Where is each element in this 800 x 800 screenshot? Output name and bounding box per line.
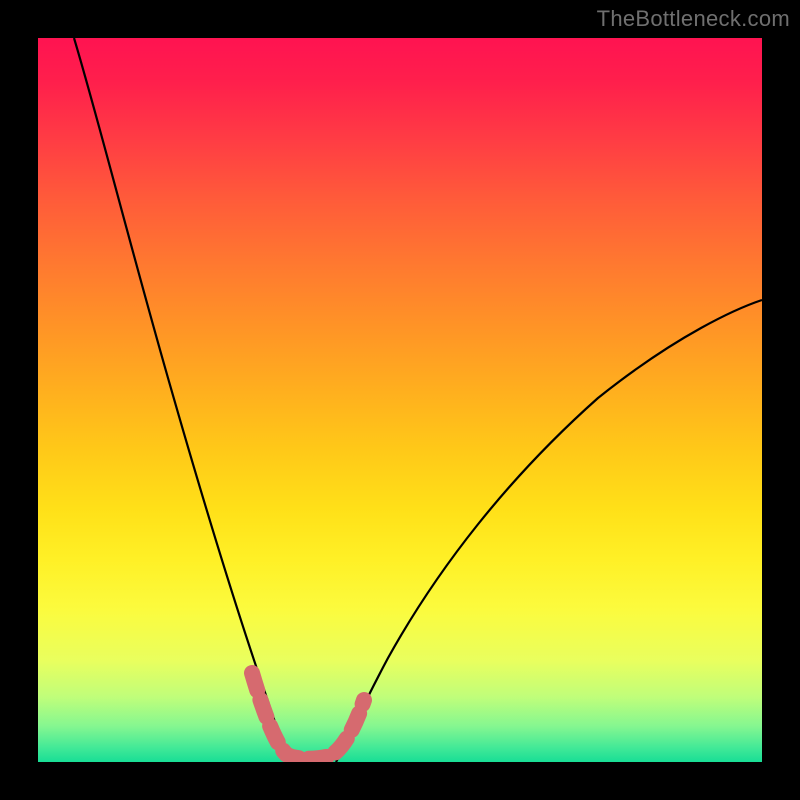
left-branch-curve <box>74 38 288 762</box>
trough-marker-curve <box>252 673 364 759</box>
right-branch-curve <box>336 300 762 762</box>
plot-area <box>38 38 762 762</box>
chart-frame: TheBottleneck.com <box>0 0 800 800</box>
chart-lines <box>38 38 762 762</box>
watermark-text: TheBottleneck.com <box>597 6 790 32</box>
